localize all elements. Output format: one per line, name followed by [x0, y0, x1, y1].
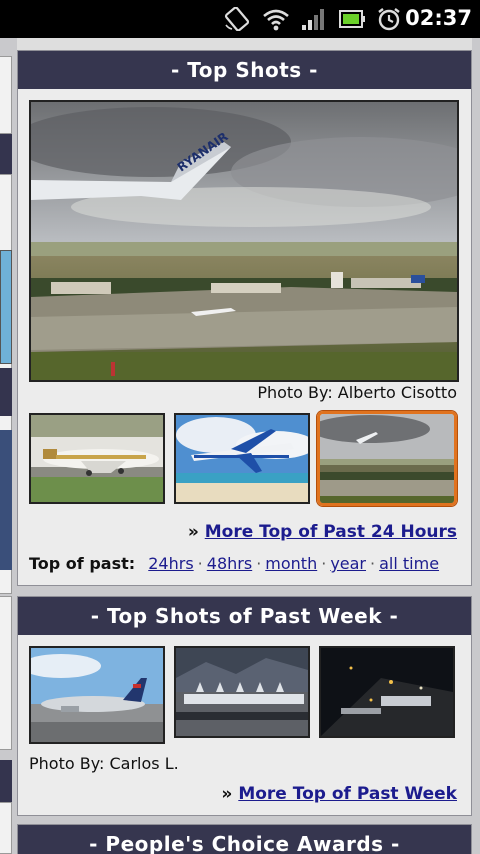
- separator: ·: [370, 554, 376, 573]
- week-thumbnail-3[interactable]: [319, 646, 455, 738]
- top-week-header: - Top Shots of Past Week -: [18, 597, 471, 635]
- more-top-week-link[interactable]: More Top of Past Week: [238, 784, 457, 804]
- more-top-week-row: » More Top of Past Week: [221, 784, 457, 804]
- week-photo-credit: Photo By: Carlos L.: [29, 754, 179, 773]
- peoples-choice-header: - People's Choice Awards -: [18, 825, 471, 854]
- previous-header-edge: [0, 368, 12, 416]
- wifi-icon: [262, 7, 290, 31]
- top-week-panel: - Top Shots of Past Week - Photo By: Car…: [17, 596, 472, 816]
- clock-time: 02:37: [405, 6, 472, 30]
- status-bar: 02:37: [0, 0, 480, 38]
- scrolled-content-edge: [17, 38, 472, 50]
- separator: ·: [256, 554, 262, 573]
- thumbnail-1[interactable]: [29, 413, 165, 504]
- top-shots-header: - Top Shots -: [18, 51, 471, 89]
- period-month-link[interactable]: month: [265, 554, 317, 573]
- screen-rotation-icon: [224, 7, 250, 31]
- period-all-time-link[interactable]: all time: [379, 554, 439, 573]
- signal-icon: [300, 7, 326, 31]
- previous-column-edge: [0, 38, 12, 854]
- alarm-icon: [376, 7, 402, 31]
- more-top-24h-link[interactable]: More Top of Past 24 Hours: [205, 522, 457, 542]
- top-of-past-label: Top of past:: [29, 554, 136, 573]
- period-24hrs-link[interactable]: 24hrs: [148, 554, 193, 573]
- photo-credit: Photo By: Alberto Cisotto: [257, 383, 457, 402]
- previous-header-edge: [0, 760, 12, 802]
- previous-panel-edge: [0, 56, 12, 134]
- previous-header-edge: [0, 134, 12, 174]
- previous-panel-edge: [0, 596, 12, 750]
- thumbnail-3-selected[interactable]: [317, 411, 457, 506]
- period-48hrs-link[interactable]: 48hrs: [207, 554, 252, 573]
- period-year-link[interactable]: year: [330, 554, 366, 573]
- battery-icon: [338, 7, 366, 31]
- top-shots-panel: - Top Shots - RYANAIR Photo By: Alberto …: [17, 50, 472, 586]
- week-thumbnail-2[interactable]: [174, 646, 310, 738]
- previous-panel-edge: [0, 802, 12, 854]
- separator: ·: [321, 554, 327, 573]
- week-thumbnail-1[interactable]: [29, 646, 165, 744]
- more-top-24h-row: » More Top of Past 24 Hours: [188, 522, 457, 542]
- separator: ·: [197, 554, 203, 573]
- previous-photo-edge: [0, 250, 12, 364]
- thumbnail-2[interactable]: [174, 413, 310, 504]
- more-arrow: »: [221, 784, 233, 804]
- top-of-past-row: Top of past: 24hrs · 48hrs · month · year · all …: [29, 554, 439, 573]
- previous-photo-edge: [0, 430, 12, 570]
- more-arrow: »: [187, 522, 199, 542]
- peoples-choice-panel: - People's Choice Awards -: [17, 824, 472, 854]
- featured-photo[interactable]: RYANAIR: [29, 100, 459, 382]
